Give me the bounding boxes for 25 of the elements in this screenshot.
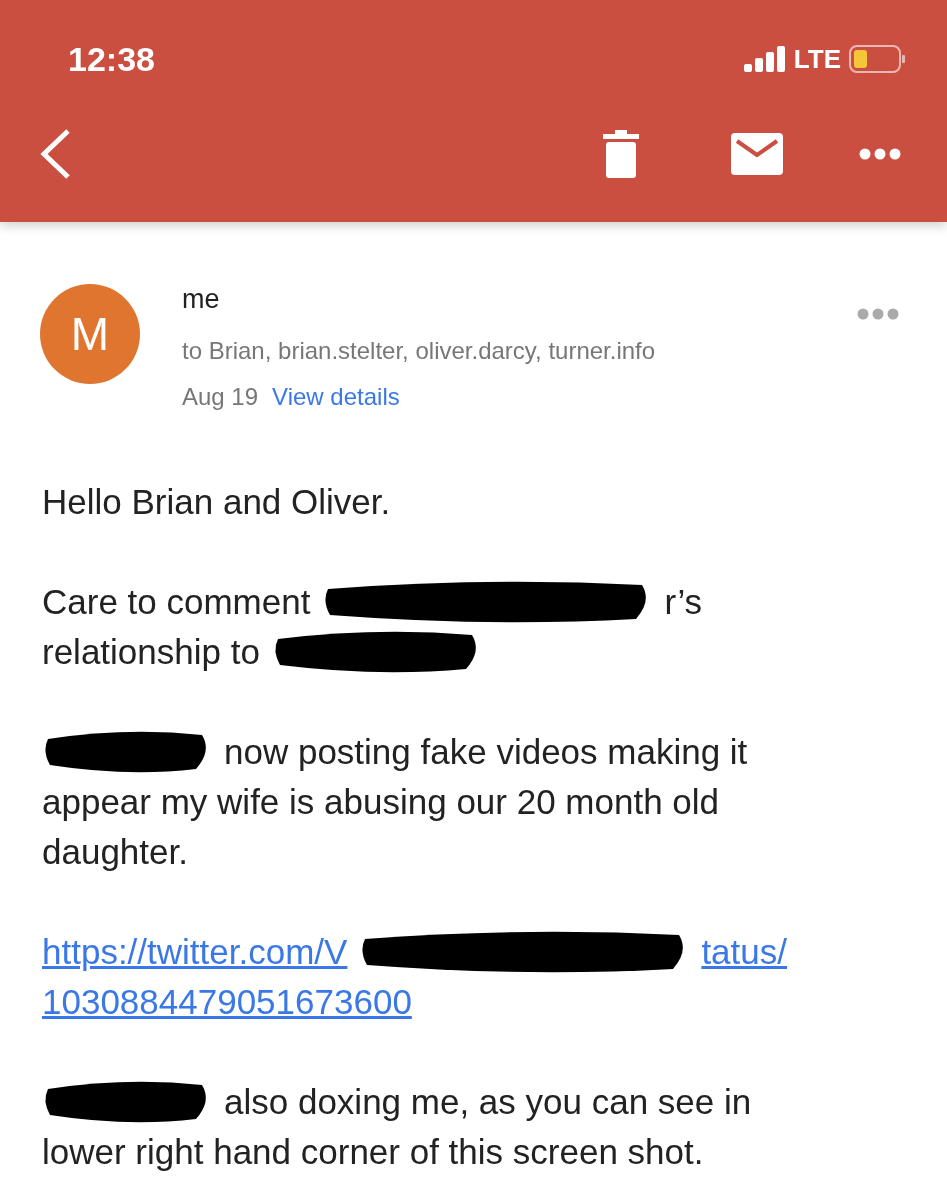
message-date: Aug 19: [182, 383, 259, 411]
body-text: also doxing me, as you can see in: [224, 1082, 752, 1122]
network-label: LTE: [793, 43, 841, 75]
mail-button[interactable]: [731, 133, 783, 175]
body-text: relationship to: [42, 632, 260, 672]
body-text: appear my wife is abusing our 20 month old: [42, 782, 720, 822]
body-text: now posting fake videos making it: [224, 732, 748, 772]
body-text: daughter.: [42, 832, 188, 872]
body-text: lower right hand corner of this screen shot.: [42, 1132, 704, 1172]
more-button[interactable]: [857, 308, 899, 320]
tweet-link[interactable]: https://twitter.com/V: [42, 932, 348, 972]
recipients: to Brian, brian.stelter, oliver.darcy, turner.info: [182, 337, 657, 365]
signal-icon: [743, 46, 786, 72]
avatar: M: [40, 284, 140, 384]
sender-name: me: [182, 284, 221, 315]
tweet-link[interactable]: 1030884479051673600: [42, 982, 412, 1022]
view-details-link[interactable]: View details: [272, 383, 400, 411]
body-text: Care to comment: [42, 582, 311, 622]
more-button[interactable]: [859, 148, 901, 160]
body-text: r’s: [664, 582, 703, 622]
tweet-link[interactable]: tatus/: [701, 932, 787, 972]
delete-button[interactable]: [603, 130, 639, 178]
clock: 12:38: [68, 39, 155, 79]
body-text: Hello Brian and Oliver.: [42, 482, 391, 522]
back-button[interactable]: [38, 128, 72, 180]
